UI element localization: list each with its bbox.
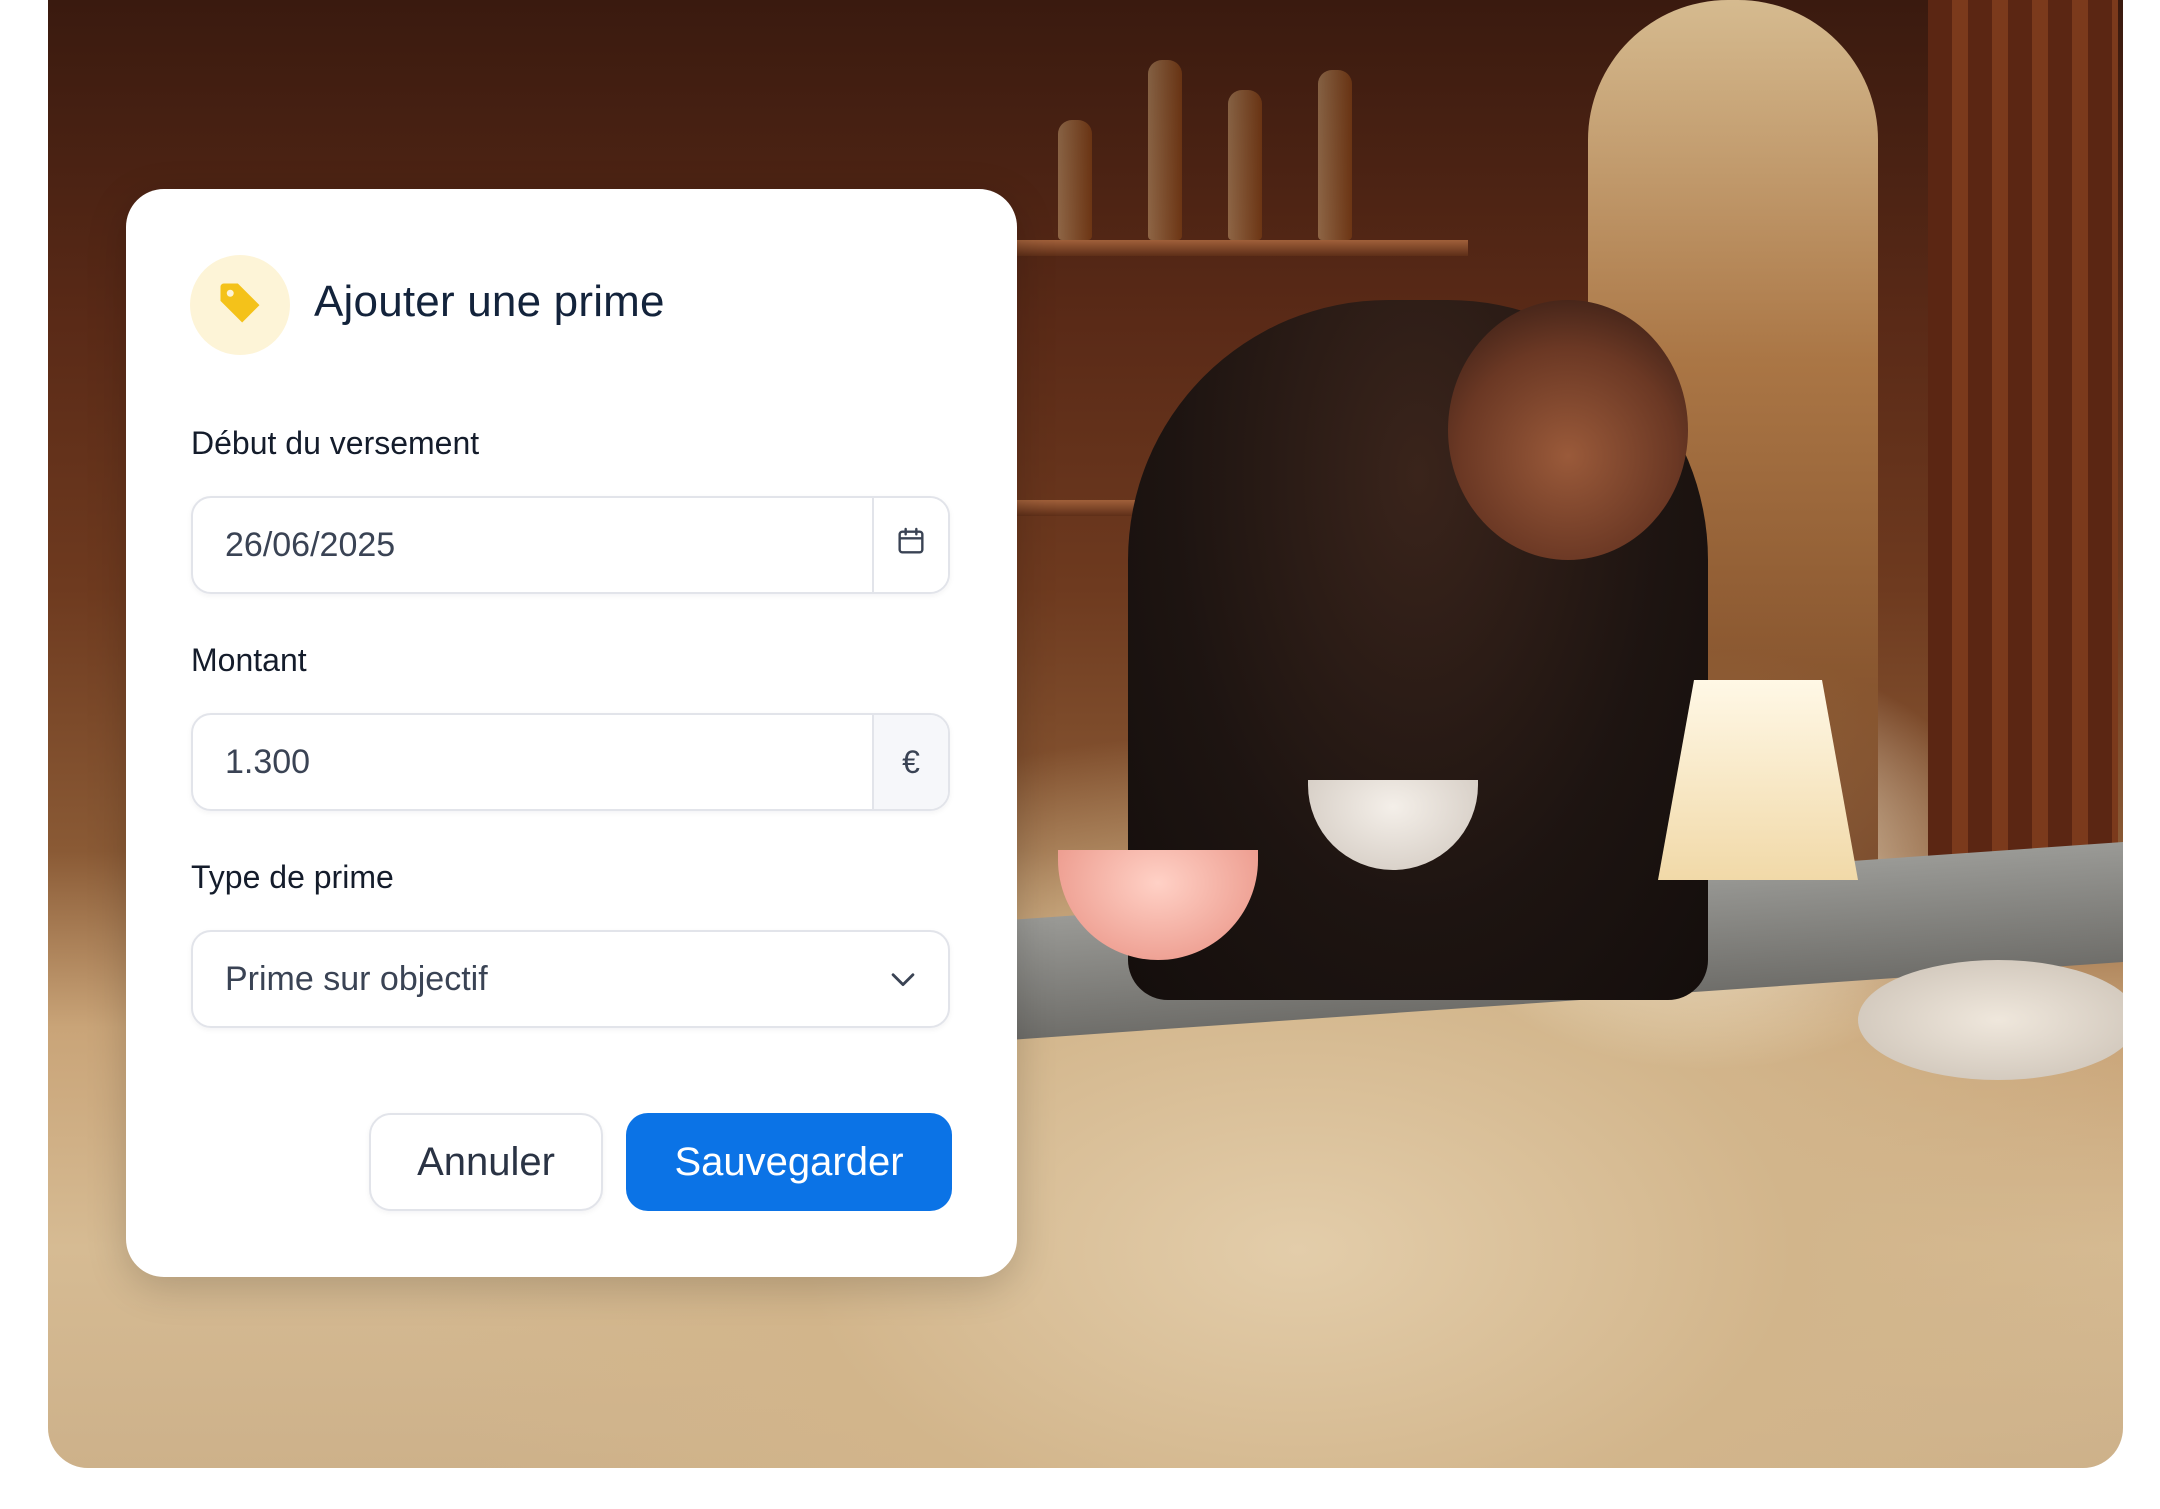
bonus-type-label: Type de prime	[191, 859, 394, 895]
bonus-type-select[interactable]: Prime sur objectif	[191, 930, 950, 1028]
cancel-button[interactable]: Annuler	[369, 1113, 603, 1211]
calendar-icon	[895, 525, 927, 565]
chevron-down-icon[interactable]	[858, 932, 948, 1026]
photo-bottle	[1318, 70, 1352, 240]
tag-icon	[214, 277, 266, 334]
currency-addon: €	[872, 715, 948, 809]
bonus-type-value[interactable]: Prime sur objectif	[193, 932, 858, 1026]
save-button[interactable]: Sauvegarder	[626, 1113, 952, 1211]
photo-shelf	[1008, 240, 1468, 256]
photo-pillar	[1928, 0, 2118, 940]
photo-bartender-head	[1448, 300, 1688, 560]
add-bonus-dialog: Ajouter une prime Début du versement 26/…	[126, 189, 1017, 1277]
dialog-title: Ajouter une prime	[314, 277, 665, 326]
photo-plate	[1858, 960, 2123, 1080]
photo-bottle	[1148, 60, 1182, 240]
amount-value[interactable]: 1.300	[193, 715, 872, 809]
calendar-button[interactable]	[872, 498, 948, 592]
amount-field[interactable]: 1.300 €	[191, 713, 950, 811]
dialog-icon-badge	[190, 255, 290, 355]
start-date-label: Début du versement	[191, 425, 480, 461]
amount-label: Montant	[191, 642, 307, 678]
start-date-value[interactable]: 26/06/2025	[193, 498, 872, 592]
start-date-field[interactable]: 26/06/2025	[191, 496, 950, 594]
photo-bottle	[1058, 120, 1092, 240]
photo-bottle	[1228, 90, 1262, 240]
